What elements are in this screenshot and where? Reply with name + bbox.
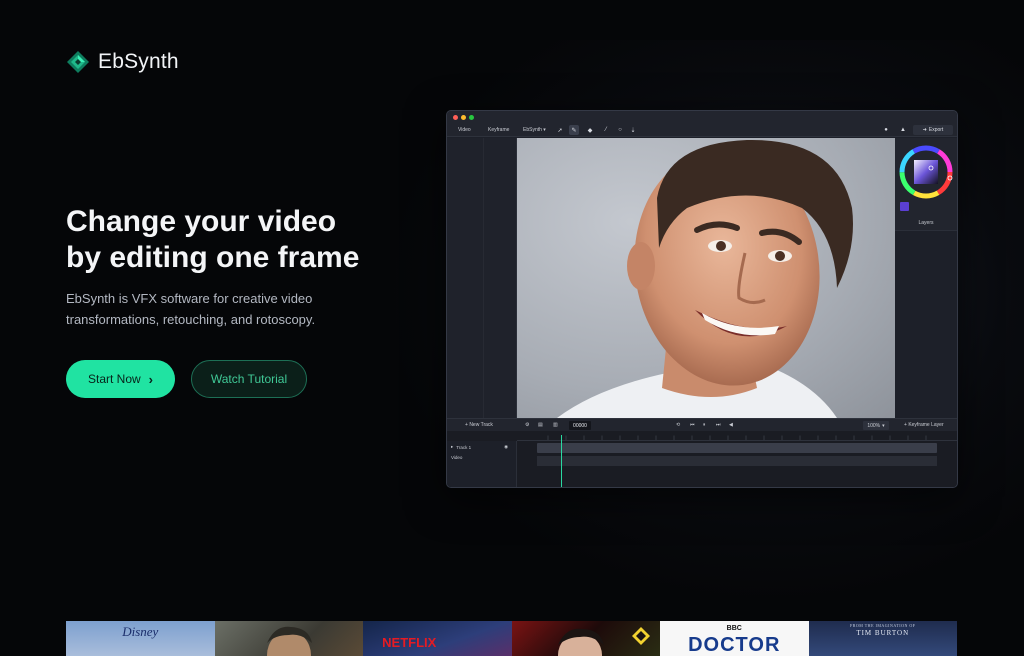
loop-icon[interactable]: ⟲ <box>676 422 680 428</box>
ebsynth-logo-icon <box>67 51 89 73</box>
export-icon: ➜ <box>922 127 927 133</box>
eraser-tool-icon[interactable]: ◆ <box>585 125 595 135</box>
timeline[interactable]: ▸ Track 1 ◉ Video <box>447 431 957 487</box>
lasso-tool-icon[interactable]: ○ <box>615 125 625 135</box>
tab-keyframe[interactable]: Keyframe <box>488 127 509 133</box>
user-icon[interactable]: ● <box>881 125 891 135</box>
keyframe-layer-button[interactable]: + Keyframe Layer <box>904 422 944 428</box>
portrait-thumb-image <box>266 626 312 656</box>
hero-subtitle-line-1: EbSynth is VFX software for creative vid… <box>66 291 313 306</box>
new-track-button[interactable]: + New Track <box>465 422 493 428</box>
track-clip[interactable] <box>537 443 937 453</box>
zoom-value: 100% <box>867 422 881 429</box>
pause-icon[interactable]: ⏸ <box>703 422 706 428</box>
video-clip[interactable] <box>537 456 937 466</box>
tab-video[interactable]: Video <box>458 127 471 133</box>
doctor-who-logo-text: DOCTOR <box>688 634 781 656</box>
hero-subtitle-line-2: transformations, retouching, and rotosco… <box>66 312 316 327</box>
showcase-thumb-disney[interactable]: Disney <box>66 621 215 656</box>
minimize-dot-icon <box>461 114 466 120</box>
bell-icon[interactable]: ▲ <box>898 125 908 135</box>
transport-bar: + New Track ⚙ ▤ ▥ 00000 ⟲ ⏮ ⏸ ⏭ ◀ 100% ▾… <box>447 418 957 431</box>
window-titlebar <box>447 111 957 123</box>
keyframe-layer-label: Keyframe Layer <box>908 422 944 428</box>
hero-title: Change your video by editing one frame <box>66 204 406 276</box>
maximize-dot-icon <box>469 114 474 120</box>
layers-label: Layers <box>918 220 934 226</box>
frame-counter[interactable]: 00000 <box>569 421 591 430</box>
export-label: Export <box>928 127 944 133</box>
portrait-image <box>557 139 853 418</box>
track-row-1[interactable]: ▸ Track 1 ◉ <box>451 444 508 450</box>
current-color-swatch[interactable] <box>900 202 909 211</box>
character-thumb-image <box>557 627 650 656</box>
tim-burton-tagline: FROM THE IMAGINATION OF <box>849 623 916 628</box>
eyedropper-tool-icon[interactable]: ⁄ <box>601 125 611 135</box>
volume-icon[interactable]: ◀ <box>729 422 733 428</box>
hero-title-line-2: by editing one frame <box>66 241 360 274</box>
export-button[interactable]: ➜ Export <box>913 125 953 135</box>
showcase-strip: Disney NETFLIX BBC DOCTOR FROM THE IMAGI… <box>66 621 957 656</box>
clone-tool-icon[interactable]: ⇣ <box>628 125 638 135</box>
showcase-thumb-tim-burton[interactable]: FROM THE IMAGINATION OF TIM BURTON <box>808 621 957 656</box>
chevron-down-icon: ▾ <box>882 422 885 429</box>
left-panel <box>447 138 517 418</box>
track-1-label: Track 1 <box>456 444 472 450</box>
timeline-ruler <box>517 435 957 441</box>
app-preview-window: Video Keyframe EbSynth ▾ ➚ ✎ ◆ ⁄ ○ ⇣ ● ▲… <box>446 110 958 488</box>
playhead[interactable] <box>561 435 562 487</box>
skip-back-icon[interactable]: ⏮ <box>690 422 695 428</box>
ebsynth-menu[interactable]: EbSynth ▾ <box>523 127 546 133</box>
select-tool-icon[interactable]: ➚ <box>555 125 565 135</box>
close-dot-icon <box>453 114 458 120</box>
watch-tutorial-label: Watch Tutorial <box>210 372 288 386</box>
caret-right-icon: ▸ <box>451 444 454 449</box>
brand-name: EbSynth <box>98 50 179 73</box>
brush-tool-icon[interactable]: ✎ <box>569 125 579 135</box>
video-track-label: Video <box>451 455 463 460</box>
video-viewport[interactable] <box>517 138 895 418</box>
color-wheel-icon[interactable] <box>895 144 957 206</box>
brand-logo[interactable]: EbSynth <box>66 50 179 74</box>
app-toolbar: Video Keyframe EbSynth ▾ ➚ ✎ ◆ ⁄ ○ ⇣ ● ▲… <box>447 123 957 137</box>
watch-tutorial-button[interactable]: Watch Tutorial <box>191 360 307 398</box>
showcase-thumb-character[interactable] <box>511 621 660 656</box>
bbc-logo-text: BBC <box>726 625 742 632</box>
showcase-thumb-doctor-who[interactable]: BBC DOCTOR <box>660 621 809 656</box>
film-icon[interactable]: ▤ <box>538 422 543 428</box>
chevron-right-icon: › <box>148 371 154 387</box>
start-now-label: Start Now <box>87 372 141 386</box>
track-list: ▸ Track 1 ◉ Video <box>447 441 517 487</box>
trash-icon[interactable]: ▥ <box>553 422 558 428</box>
tim-burton-name: TIM BURTON <box>856 629 910 637</box>
layers-list <box>895 230 957 418</box>
ebsynth-menu-label: EbSynth <box>523 127 542 133</box>
settings-icon[interactable]: ⚙ <box>525 422 529 428</box>
eye-icon[interactable]: ◉ <box>504 444 508 450</box>
new-track-label: New Track <box>469 422 493 428</box>
disney-logo-text: Disney <box>122 624 159 639</box>
track-row-video[interactable]: Video <box>451 455 462 460</box>
netflix-logo-text: NETFLIX <box>382 635 437 650</box>
hero-subtitle: EbSynth is VFX software for creative vid… <box>66 288 366 330</box>
skip-forward-icon[interactable]: ⏭ <box>716 422 721 428</box>
right-panel: Layers <box>895 138 957 418</box>
start-now-button[interactable]: Start Now › <box>66 360 175 398</box>
hero-title-line-1: Change your video <box>66 205 337 238</box>
showcase-thumb-portrait[interactable] <box>214 621 363 656</box>
showcase-thumb-netflix[interactable]: NETFLIX <box>363 621 512 656</box>
zoom-select[interactable]: 100% ▾ <box>863 421 889 430</box>
